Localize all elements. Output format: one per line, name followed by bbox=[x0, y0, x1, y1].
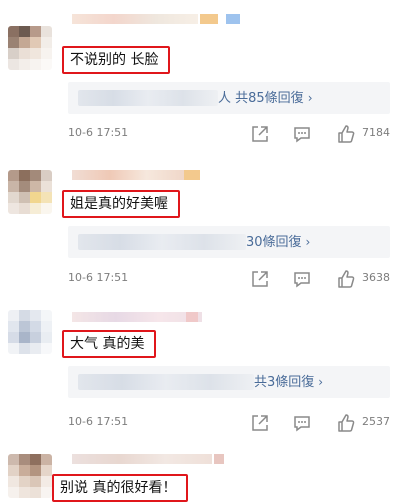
reply-preview-blurred bbox=[78, 234, 246, 250]
comment-meta-row: 10-6 17:51 2537 bbox=[0, 409, 401, 437]
user-badge bbox=[186, 312, 198, 322]
reply-summary-box[interactable]: 人 共85條回復 › bbox=[68, 82, 390, 114]
comment-text: 别说 真的很好看！ bbox=[52, 474, 189, 502]
chevron-right-icon: › bbox=[305, 235, 311, 249]
reply-count-label: 30條回復 bbox=[246, 235, 302, 250]
share-icon[interactable] bbox=[250, 413, 270, 433]
like-count: 2537 bbox=[362, 415, 390, 428]
comment-text: 姐是真的好美喔 bbox=[62, 190, 180, 218]
username-blurred[interactable] bbox=[72, 312, 202, 322]
share-icon[interactable] bbox=[250, 124, 270, 144]
username-blurred[interactable] bbox=[72, 454, 212, 464]
reply-count-label: 人 共85條回復 bbox=[218, 91, 304, 106]
view-replies-link[interactable]: 30條回復 › bbox=[246, 226, 310, 259]
user-badge bbox=[214, 454, 224, 464]
timestamp: 10-6 17:51 bbox=[68, 271, 129, 284]
thumbs-up-icon[interactable] bbox=[336, 124, 356, 144]
like-count: 7184 bbox=[362, 126, 390, 139]
reply-preview-blurred bbox=[78, 374, 254, 390]
view-replies-link[interactable]: 共3條回復 › bbox=[254, 366, 323, 399]
comment-icon[interactable] bbox=[292, 124, 312, 144]
user-badge bbox=[184, 170, 200, 180]
reply-summary-box[interactable]: 30條回復 › bbox=[68, 226, 390, 258]
comment-icon[interactable] bbox=[292, 269, 312, 289]
avatar[interactable] bbox=[8, 454, 52, 498]
view-replies-link[interactable]: 人 共85條回復 › bbox=[218, 82, 313, 115]
user-badge bbox=[226, 14, 240, 24]
comment-text: 不说别的 长脸 bbox=[62, 46, 171, 74]
thumbs-up-icon[interactable] bbox=[336, 269, 356, 289]
user-badge bbox=[200, 14, 218, 24]
avatar[interactable] bbox=[8, 26, 52, 70]
reply-summary-box[interactable]: 共3條回復 › bbox=[68, 366, 390, 398]
comment-text: 大气 真的美 bbox=[62, 330, 157, 358]
timestamp: 10-6 17:51 bbox=[68, 126, 129, 139]
chevron-right-icon: › bbox=[318, 375, 324, 389]
reply-preview-blurred bbox=[78, 90, 218, 106]
username-blurred[interactable] bbox=[72, 170, 184, 180]
timestamp: 10-6 17:51 bbox=[68, 415, 129, 428]
comment-icon[interactable] bbox=[292, 413, 312, 433]
reply-count-label: 共3條回復 bbox=[254, 375, 315, 390]
avatar[interactable] bbox=[8, 310, 52, 354]
thumbs-up-icon[interactable] bbox=[336, 413, 356, 433]
chevron-right-icon: › bbox=[307, 91, 313, 105]
username-blurred[interactable] bbox=[72, 14, 198, 24]
avatar[interactable] bbox=[8, 170, 52, 214]
comment-meta-row: 10-6 17:51 7184 bbox=[0, 120, 401, 148]
like-count: 3638 bbox=[362, 271, 390, 284]
comment-meta-row: 10-6 17:51 3638 bbox=[0, 265, 401, 293]
share-icon[interactable] bbox=[250, 269, 270, 289]
